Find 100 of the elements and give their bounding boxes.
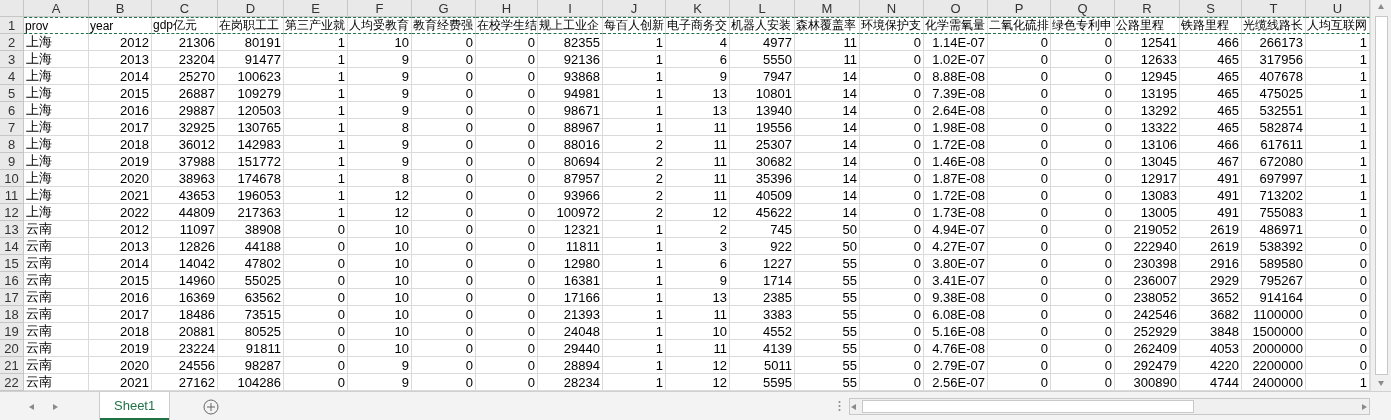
table-cell: 0 [284,255,348,272]
up-arrow-icon[interactable] [1377,3,1385,11]
column-header[interactable]: G [412,0,476,17]
row-header[interactable]: 16 [0,272,24,289]
table-cell: 0 [412,136,476,153]
column-header[interactable]: F [348,0,412,17]
row-header[interactable]: 19 [0,323,24,340]
table-cell: 98671 [538,102,603,119]
table-cell: 0 [860,68,924,85]
row-header[interactable]: 21 [0,357,24,374]
column-header[interactable]: A [24,0,89,17]
right-arrow-icon[interactable] [1361,402,1369,411]
row-header[interactable]: 18 [0,306,24,323]
split-handle-icon[interactable] [838,401,841,412]
left-arrow-icon[interactable] [850,402,858,411]
table-cell: 92136 [538,51,603,68]
column-header[interactable]: P [988,0,1051,17]
sheet-tab[interactable]: Sheet1 [100,392,170,420]
table-cell: 4.27E-07 [924,238,988,255]
column-header[interactable]: T [1242,0,1306,17]
table-cell: 0 [860,136,924,153]
row-header[interactable]: 7 [0,119,24,136]
row-header[interactable]: 2 [0,34,24,51]
table-cell: 174678 [218,170,284,187]
table-cell: 云南 [24,340,89,357]
table-cell: 236007 [1115,272,1180,289]
row-header[interactable]: 13 [0,221,24,238]
row-header[interactable]: 6 [0,102,24,119]
table-cell: 922 [730,238,795,255]
table-cell: 11811 [538,238,603,255]
table-cell: 1 [284,102,348,119]
row-header[interactable]: 5 [0,85,24,102]
table-cell: 0 [476,153,538,170]
table-cell: 538392 [1242,238,1306,255]
table-cell: 93868 [538,68,603,85]
column-header[interactable]: R [1115,0,1180,17]
column-header[interactable]: L [730,0,795,17]
horizontal-scrollbar[interactable] [849,398,1370,415]
table-cell: 1 [284,153,348,170]
column-header[interactable]: U [1306,0,1370,17]
column-header[interactable]: Q [1051,0,1115,17]
column-header[interactable]: H [476,0,538,17]
table-cell: 3848 [1180,323,1242,340]
row-header[interactable]: 10 [0,170,24,187]
table-cell: 14 [795,136,860,153]
left-arrow-icon[interactable] [28,402,36,411]
table-cell: 0 [476,289,538,306]
table-cell: 0 [860,170,924,187]
column-header[interactable]: M [795,0,860,17]
row-header[interactable]: 14 [0,238,24,255]
table-cell: 0 [860,323,924,340]
table-cell: 37988 [152,153,218,170]
table-cell: 云南 [24,272,89,289]
column-header[interactable]: N [860,0,924,17]
row-header[interactable]: 17 [0,289,24,306]
row-header[interactable]: 8 [0,136,24,153]
column-header[interactable]: S [1180,0,1242,17]
table-cell: 1.73E-08 [924,204,988,221]
table-cell: 14042 [152,255,218,272]
row-header[interactable]: 11 [0,187,24,204]
table-cell: 14 [795,153,860,170]
row-header[interactable]: 3 [0,51,24,68]
column-header[interactable]: E [284,0,348,17]
vertical-scrollbar[interactable] [1370,0,1391,391]
table-cell: 9 [666,68,730,85]
down-arrow-icon[interactable] [1377,380,1385,388]
table-cell: 1.46E-08 [924,153,988,170]
add-sheet-icon[interactable] [203,398,220,415]
row-header[interactable]: 22 [0,374,24,391]
column-header[interactable]: J [603,0,666,17]
table-cell: 617611 [1242,136,1306,153]
row-header[interactable]: 4 [0,68,24,85]
table-cell: 151772 [218,153,284,170]
table-cell: 12 [666,204,730,221]
table-cell: 上海 [24,187,89,204]
table-cell: 1 [284,34,348,51]
table-cell: 11097 [152,221,218,238]
table-cell: 云南 [24,289,89,306]
column-header[interactable]: D [218,0,284,17]
table-cell: 1 [603,51,666,68]
row-header[interactable]: 20 [0,340,24,357]
table-cell: 0 [860,255,924,272]
table-cell: 1 [284,119,348,136]
row-header[interactable]: 15 [0,255,24,272]
column-header[interactable]: I [538,0,603,17]
table-cell: 0 [1051,221,1115,238]
right-arrow-icon[interactable] [52,402,60,411]
row-header[interactable]: 12 [0,204,24,221]
column-header[interactable]: O [924,0,988,17]
row-header[interactable]: 9 [0,153,24,170]
table-cell: 1 [603,306,666,323]
column-header[interactable]: K [666,0,730,17]
table-cell: 55 [795,340,860,357]
column-header[interactable]: C [152,0,218,17]
table-cell: 88016 [538,136,603,153]
column-header[interactable]: B [89,0,152,17]
table-cell: 100972 [538,204,603,221]
table-cell: 2021 [89,187,152,204]
table-cell: 55 [795,289,860,306]
row-header[interactable]: 1 [0,17,24,34]
